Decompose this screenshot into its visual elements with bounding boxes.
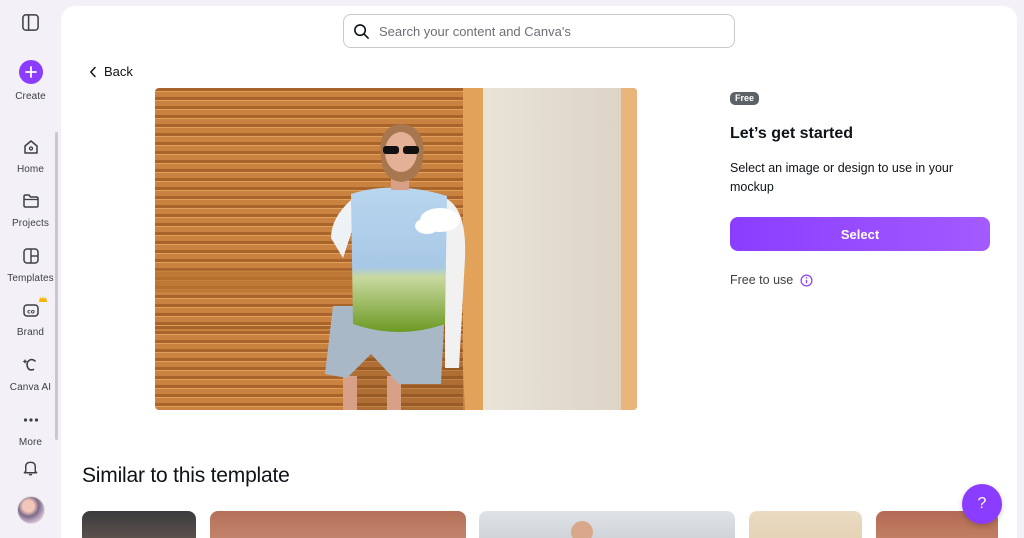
mockup-photo [155,88,637,410]
similar-template-thumb[interactable] [749,511,862,538]
sidebar-toggle-icon[interactable] [21,13,40,32]
select-button[interactable]: Select [730,217,990,251]
plus-icon [18,60,43,84]
search-input[interactable] [379,23,719,39]
free-to-use-label: Free to use [730,273,794,287]
svg-text:co: co [27,308,35,315]
sidebar-scrollbar[interactable] [55,132,58,440]
avatar[interactable] [17,496,45,524]
free-badge: Free [730,92,760,105]
free-to-use-row: Free to use [730,273,990,287]
sidebar-create[interactable]: Create [0,60,61,102]
sidebar-item-label: Brand [16,327,45,338]
similar-template-thumb[interactable] [82,511,196,538]
more-icon [23,418,38,422]
sidebar: Create Home Projects Templates co Brand … [0,0,61,538]
sidebar-create-label: Create [15,91,46,102]
sidebar-item-templates[interactable]: Templates [0,246,61,284]
canva-ai-icon [22,358,36,371]
details-title: Let’s get started [730,125,853,142]
search-icon [354,23,369,39]
help-button[interactable]: ? [962,484,1002,524]
thumb-figure [571,521,593,538]
similar-template-thumb[interactable] [210,511,466,538]
sidebar-item-label: Canva AI [9,382,52,393]
sidebar-item-label: More [18,437,43,448]
templates-icon [22,248,39,264]
crown-icon [39,296,47,302]
template-preview-image [155,88,637,410]
sidebar-item-projects[interactable]: Projects [0,191,61,229]
details-description: Select an image or design to use in your… [730,161,954,194]
folder-icon [22,194,39,208]
info-icon[interactable] [800,274,813,287]
sidebar-item-canva-ai[interactable]: Canva AI [0,355,61,393]
chevron-left-icon [90,66,96,77]
sidebar-item-label: Home [16,164,45,175]
bell-icon[interactable] [21,458,40,477]
sidebar-item-label: Templates [7,273,54,284]
sidebar-item-more[interactable]: More [0,410,61,448]
main-panel: Back [61,6,1017,538]
similar-section-title: Similar to this template [82,464,290,487]
sidebar-item-label: Projects [12,218,49,229]
sidebar-item-brand[interactable]: co Brand [0,296,61,338]
search-bar[interactable] [343,14,735,48]
sidebar-item-home[interactable]: Home [0,137,61,175]
template-details: Free Let’s get started Select an image o… [730,88,990,287]
home-icon [23,140,38,154]
back-button[interactable]: Back [89,64,133,79]
back-label: Back [104,64,133,79]
similar-template-thumb[interactable] [479,511,735,538]
